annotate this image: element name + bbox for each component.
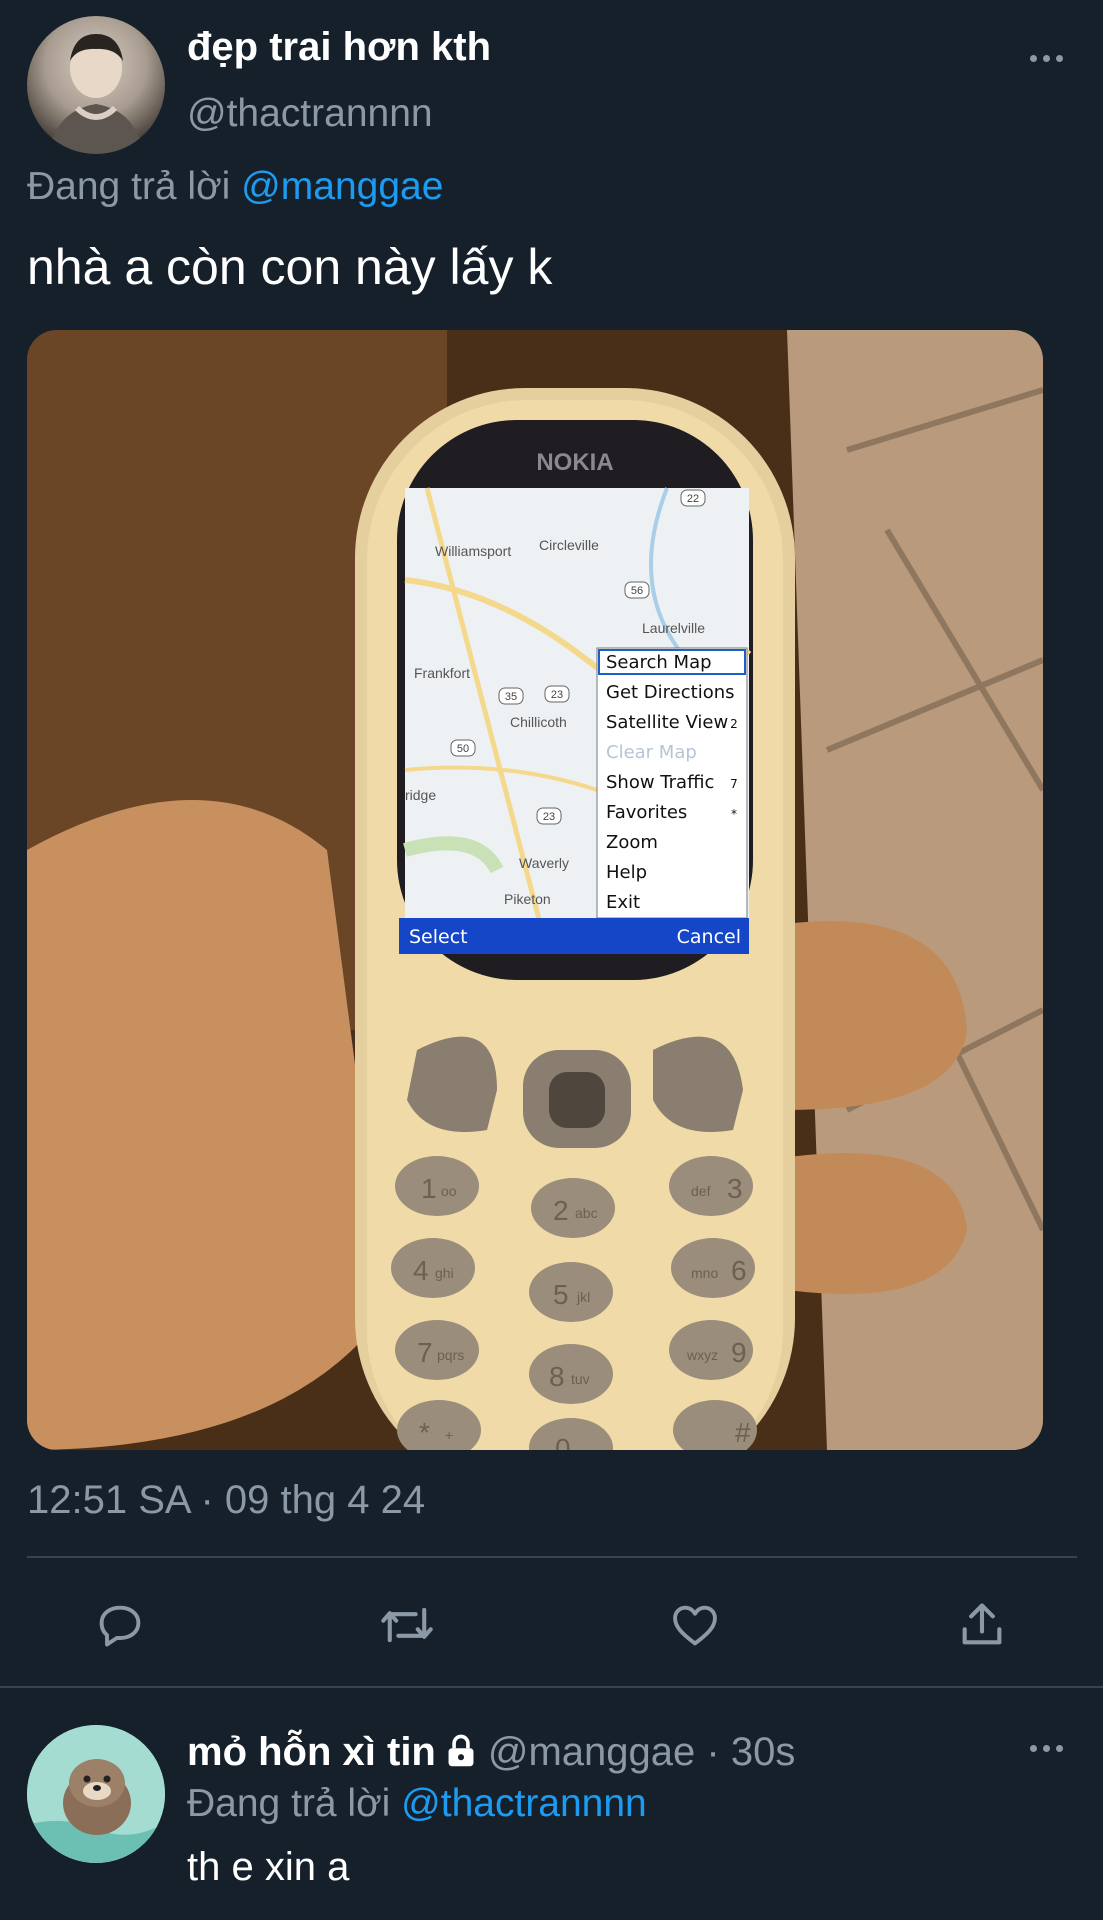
phone-menu-item: Exit xyxy=(606,892,640,913)
avatar-portrait-icon xyxy=(49,34,143,154)
keypad-number: 3 xyxy=(727,1173,743,1204)
keypad-number: 7 xyxy=(417,1337,433,1368)
tweet-text: nhà a còn con này lấy k xyxy=(27,239,553,295)
keypad-number: 2 xyxy=(553,1195,569,1226)
reply-replying-to-line: Đang trả lời @thactrannnn xyxy=(187,1782,647,1826)
map-label: Williamsport xyxy=(435,543,511,559)
lock-icon xyxy=(444,1733,478,1779)
map-label: Circleville xyxy=(539,537,599,553)
keypad-number: 0 xyxy=(555,1433,571,1450)
reply-display-name[interactable]: mỏ hỗn xì tin xyxy=(187,1730,436,1774)
softkey-right: Cancel xyxy=(677,926,741,948)
phone-menu-item: Favorites xyxy=(606,802,687,823)
keypad-letters: def xyxy=(691,1183,711,1199)
map-label: ridge xyxy=(405,787,436,803)
route-shield: 50 xyxy=(457,743,469,755)
retweet-icon xyxy=(381,1607,433,1643)
reply-more-options-button[interactable] xyxy=(1016,1730,1076,1766)
route-shield: 23 xyxy=(551,689,563,701)
softkey-left: Select xyxy=(409,926,468,948)
keypad-number: 6 xyxy=(731,1255,747,1286)
phone-menu-item: Help xyxy=(606,862,647,883)
keypad-letters: oo xyxy=(441,1183,457,1199)
replying-to-line: Đang trả lời @manggae xyxy=(27,165,443,209)
keypad-letters: tuv xyxy=(571,1371,590,1387)
keypad-number: 9 xyxy=(731,1337,747,1368)
tweet-photo[interactable]: NOKIA Williamsport Circleville Laurelvil… xyxy=(27,330,1043,1450)
divider xyxy=(27,1556,1077,1558)
more-dot-icon xyxy=(1042,54,1050,62)
phone-menu-item: Get Directions xyxy=(606,682,735,703)
reply-button[interactable] xyxy=(85,1590,155,1660)
more-dot-icon xyxy=(1029,1744,1037,1752)
route-shield: 56 xyxy=(631,585,643,597)
share-icon xyxy=(962,1603,1002,1645)
more-dot-icon xyxy=(1055,54,1063,62)
tweet-action-bar xyxy=(0,1590,1103,1660)
keypad-number: # xyxy=(735,1417,751,1448)
route-shield: 35 xyxy=(505,691,517,703)
keypad-letters: mno xyxy=(691,1265,718,1281)
route-shield: 22 xyxy=(687,493,699,505)
keypad-number: 8 xyxy=(549,1361,565,1392)
replying-to-mention[interactable]: @manggae xyxy=(241,165,443,208)
map-label: Piketon xyxy=(504,891,551,907)
like-button[interactable] xyxy=(660,1590,730,1660)
tweet-timestamp[interactable]: 12:51 SA · 09 thg 4 24 xyxy=(27,1478,425,1523)
author-handle[interactable]: @thactrannnn xyxy=(187,92,433,136)
main-tweet: đẹp trai hơn kth @thactrannnn Đang trả l… xyxy=(0,0,1103,1688)
keypad-letters: abc xyxy=(575,1205,598,1221)
phone-menu-item: Show Traffic xyxy=(606,772,714,793)
map-label: Waverly xyxy=(519,855,569,871)
map-label: Frankfort xyxy=(414,665,470,681)
keypad-number: 5 xyxy=(553,1279,569,1310)
phone-menu-item: Search Map xyxy=(606,652,712,673)
phone-menu-shortcut: * xyxy=(731,807,737,821)
more-dot-icon xyxy=(1042,1744,1050,1752)
more-options-button[interactable] xyxy=(1016,40,1076,76)
phone-menu-item: Zoom xyxy=(606,832,658,853)
retweet-button[interactable] xyxy=(372,1590,442,1660)
replying-prefix: Đang trả lời xyxy=(187,1782,402,1825)
author-display-name[interactable]: đẹp trai hơn kth xyxy=(187,25,491,70)
author-avatar[interactable] xyxy=(27,16,165,154)
replying-prefix: Đang trả lời xyxy=(27,165,242,208)
divider xyxy=(0,1686,1103,1688)
reply-tweet-text: th e xin a xyxy=(187,1845,350,1889)
phone-menu-item: Satellite View xyxy=(606,712,728,733)
otter-avatar-icon xyxy=(27,1725,165,1863)
reply-author-avatar[interactable] xyxy=(27,1725,165,1863)
keypad-number: * xyxy=(419,1417,430,1448)
reply-icon xyxy=(99,1605,141,1647)
keypad-letters: + xyxy=(445,1427,453,1443)
more-dot-icon xyxy=(1029,54,1037,62)
map-label: Chillicoth xyxy=(510,714,567,730)
reply-tweet[interactable]: mỏ hỗn xì tin @manggae · 30s Đang trả lời… xyxy=(0,1690,1103,1920)
keypad-letters: ghi xyxy=(435,1265,454,1281)
route-shield: 23 xyxy=(543,811,555,823)
phone-photo-illustration: NOKIA Williamsport Circleville Laurelvil… xyxy=(27,330,1043,1450)
keypad-number: 4 xyxy=(413,1255,429,1286)
more-dot-icon xyxy=(1055,1744,1063,1752)
reply-handle-time[interactable]: @manggae · 30s xyxy=(488,1730,795,1774)
map-label: Laurelville xyxy=(642,620,705,636)
keypad-letters: pqrs xyxy=(437,1347,464,1363)
phone-menu-shortcut: 7 xyxy=(730,777,738,791)
share-button[interactable] xyxy=(947,1590,1017,1660)
keypad-letters: jkl xyxy=(576,1289,590,1305)
replying-to-mention[interactable]: @thactrannnn xyxy=(401,1782,647,1825)
like-icon xyxy=(673,1605,717,1646)
phone-brand: NOKIA xyxy=(536,449,613,476)
reply-header: mỏ hỗn xì tin @manggae · 30s xyxy=(187,1730,795,1779)
phone-menu-item: Clear Map xyxy=(606,742,697,763)
keypad-letters: wxyz xyxy=(686,1347,718,1363)
phone-menu-shortcut: 2 xyxy=(730,717,738,731)
keypad-number: 1 xyxy=(421,1173,437,1204)
